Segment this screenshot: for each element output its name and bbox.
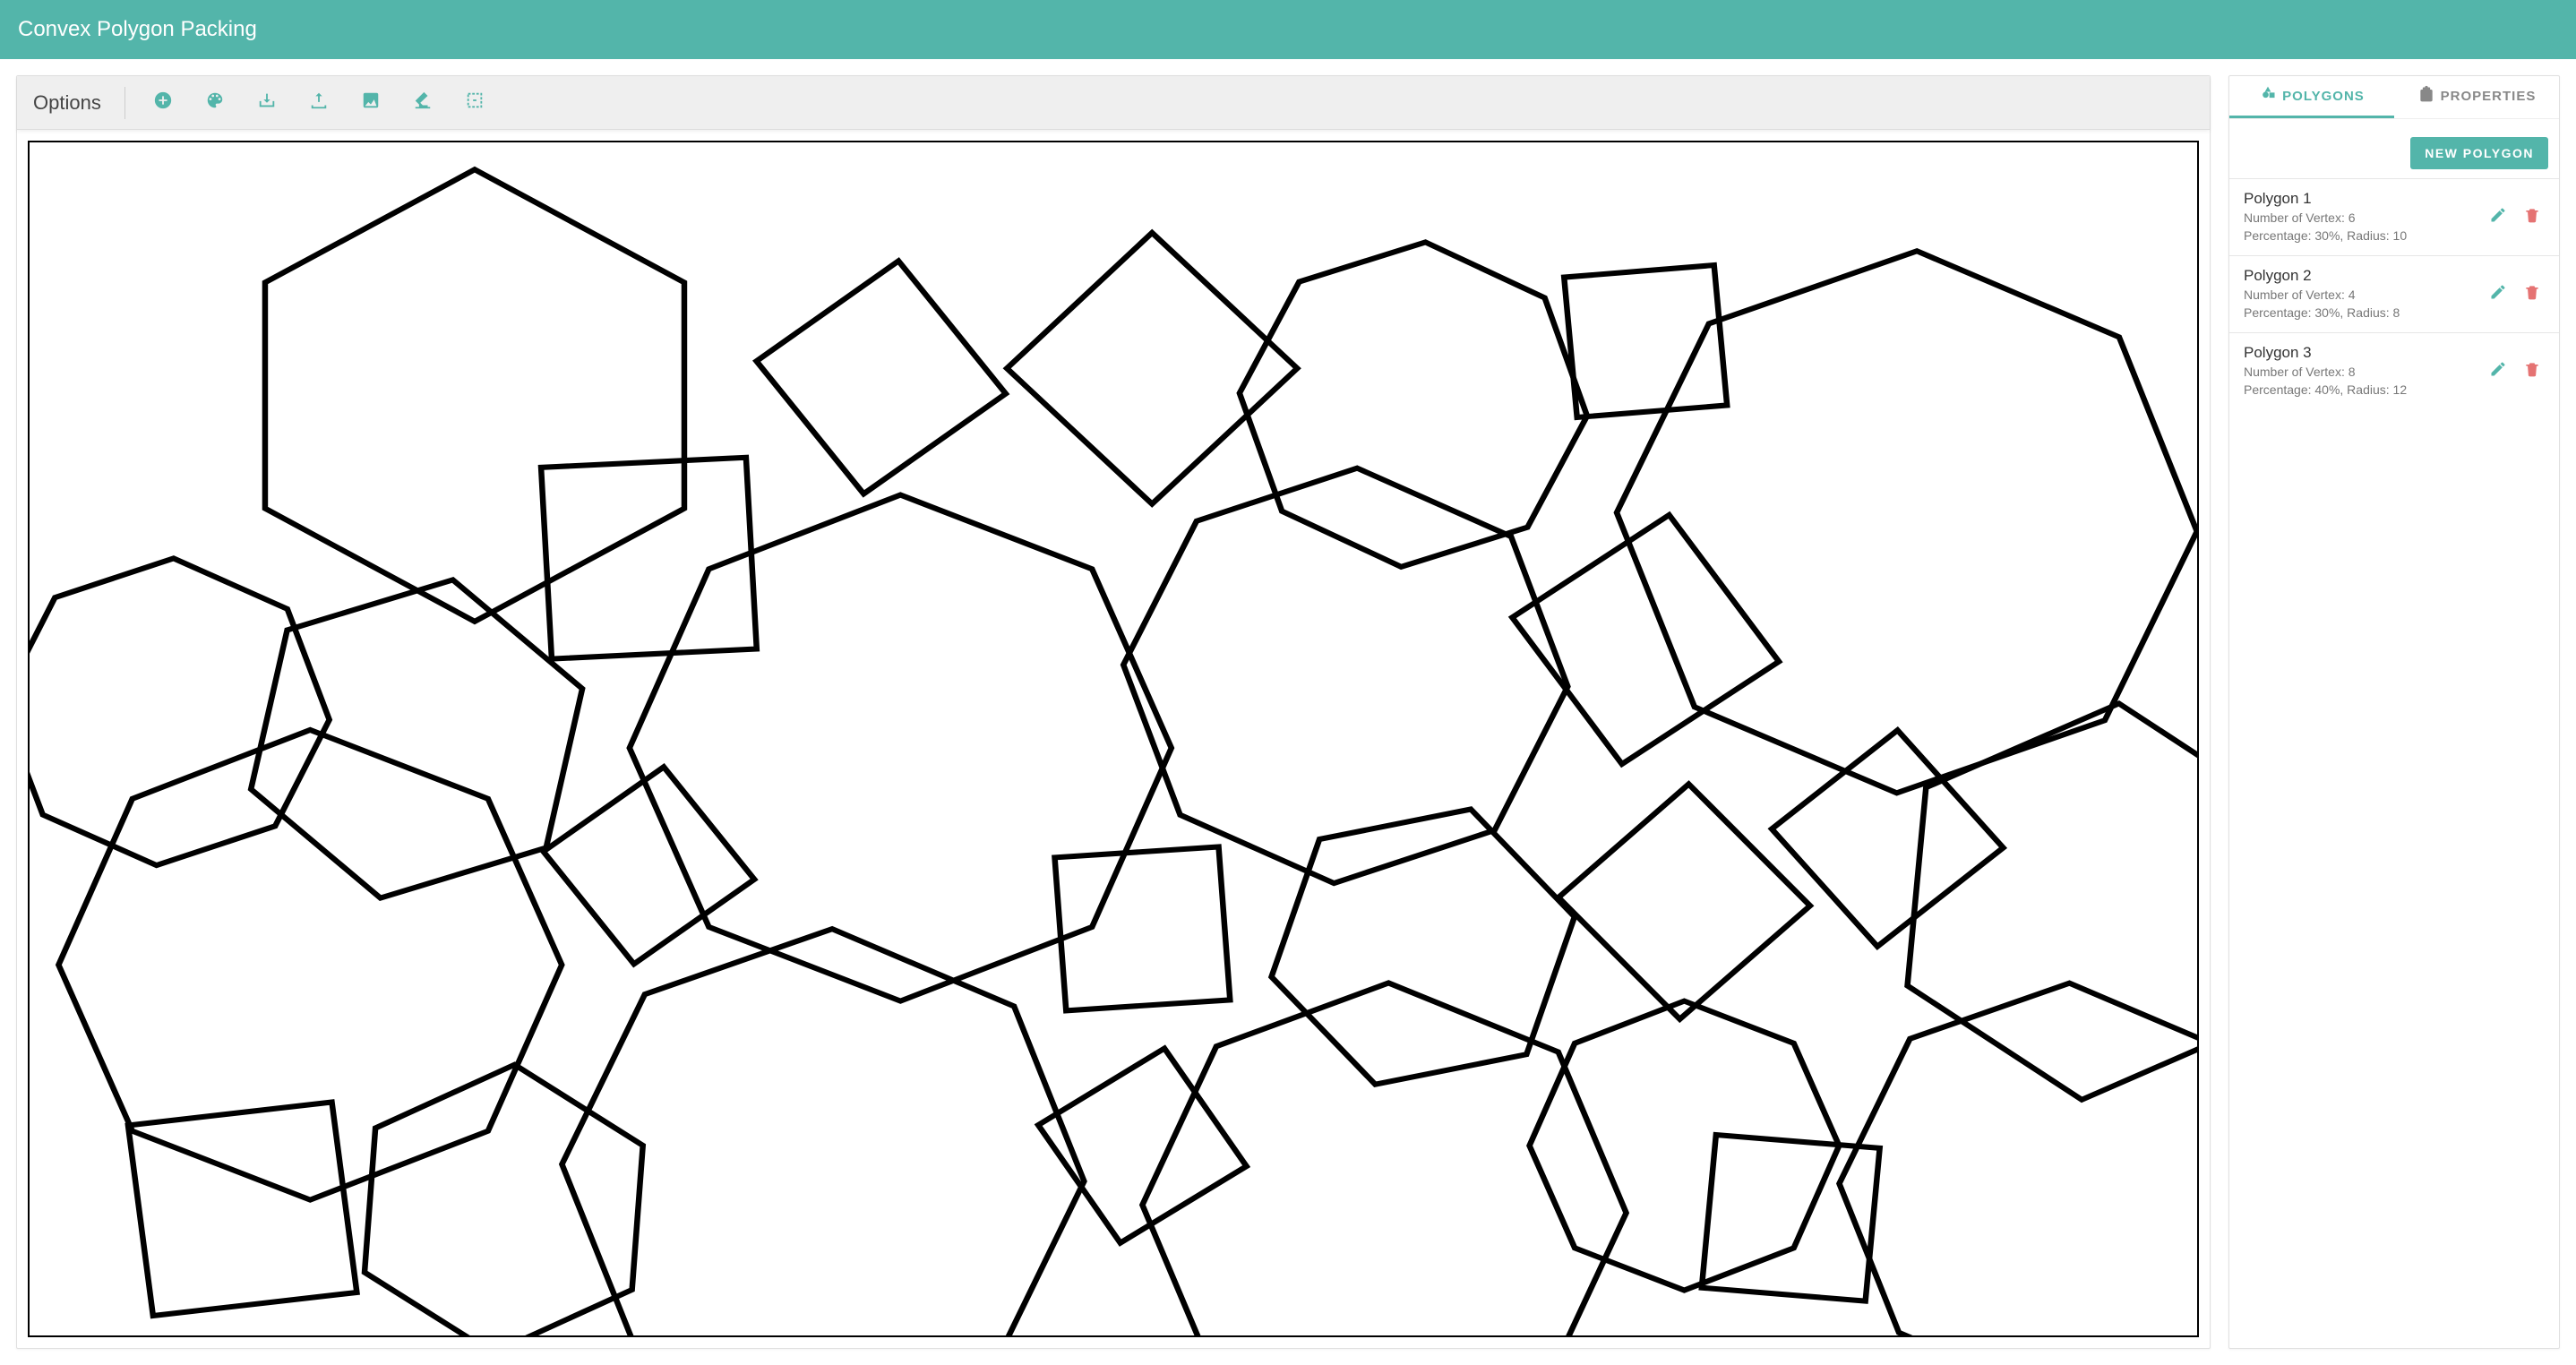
sidebar-tabs: POLYGONS PROPERTIES <box>2229 76 2559 119</box>
packed-polygon[interactable] <box>265 169 684 622</box>
app-title: Convex Polygon Packing <box>18 17 257 42</box>
packed-polygon[interactable] <box>1272 810 1575 1085</box>
canvas-wrap <box>17 130 2210 1348</box>
packed-polygon[interactable] <box>757 261 1006 494</box>
packed-polygon[interactable] <box>128 1102 356 1316</box>
packed-polygon[interactable] <box>630 495 1172 1001</box>
palette-icon <box>205 90 225 115</box>
trash-icon <box>2523 206 2541 228</box>
edit-polygon-button[interactable] <box>2486 205 2511 230</box>
polygon-list: Polygon 1Number of Vertex: 6Percentage: … <box>2229 178 2559 1348</box>
polygon-vertex-count: Number of Vertex: 8 <box>2244 364 2477 382</box>
clear-button[interactable] <box>405 85 441 121</box>
pencil-icon <box>2489 360 2507 382</box>
edit-polygon-button[interactable] <box>2486 282 2511 307</box>
polygon-detail: Percentage: 40%, Radius: 12 <box>2244 382 2477 399</box>
polygon-title: Polygon 3 <box>2244 344 2477 362</box>
add-circle-icon <box>153 90 173 115</box>
polygon-title: Polygon 2 <box>2244 267 2477 285</box>
crop-icon <box>465 90 485 115</box>
pencil-icon <box>2489 283 2507 305</box>
packed-polygon[interactable] <box>1558 784 1810 1018</box>
upload-button[interactable] <box>301 85 337 121</box>
packed-polygon[interactable] <box>365 1065 643 1335</box>
polygon-detail: Percentage: 30%, Radius: 10 <box>2244 228 2477 245</box>
delete-polygon-button[interactable] <box>2520 282 2545 307</box>
packed-polygon[interactable] <box>541 458 757 659</box>
download-icon <box>257 90 277 115</box>
upload-icon <box>309 90 329 115</box>
packed-polygon[interactable] <box>1908 703 2197 1099</box>
packed-polygon[interactable] <box>1123 468 1567 883</box>
polygon-detail: Percentage: 30%, Radius: 8 <box>2244 305 2477 322</box>
trash-icon <box>2523 360 2541 382</box>
delete-polygon-button[interactable] <box>2520 359 2545 384</box>
packed-polygon[interactable] <box>58 730 562 1200</box>
download-button[interactable] <box>249 85 285 121</box>
palette-button[interactable] <box>197 85 233 121</box>
tab-properties[interactable]: PROPERTIES <box>2394 76 2559 118</box>
canvas-svg <box>30 142 2197 1335</box>
clipboard-icon <box>2417 85 2435 107</box>
image-icon <box>361 90 381 115</box>
app-body: Options <box>0 59 2576 1365</box>
tab-properties-label: PROPERTIES <box>2441 89 2537 104</box>
shapes-icon <box>2259 85 2277 107</box>
pencil-icon <box>2489 206 2507 228</box>
polygon-title: Polygon 1 <box>2244 190 2477 208</box>
edit-polygon-button[interactable] <box>2486 359 2511 384</box>
tab-polygons[interactable]: POLYGONS <box>2229 76 2394 118</box>
toolbar-label: Options <box>33 91 101 115</box>
image-button[interactable] <box>353 85 389 121</box>
trash-icon <box>2523 283 2541 305</box>
polygon-vertex-count: Number of Vertex: 6 <box>2244 210 2477 228</box>
app-header: Convex Polygon Packing <box>0 0 2576 59</box>
packed-polygon[interactable] <box>1772 730 2003 946</box>
packed-polygon[interactable] <box>251 579 582 897</box>
packed-polygon[interactable] <box>1530 1001 1840 1291</box>
packed-polygon[interactable] <box>562 929 1084 1335</box>
packed-polygon[interactable] <box>1142 983 1626 1335</box>
toolbar: Options <box>17 76 2210 130</box>
clear-draw-icon <box>413 90 433 115</box>
packed-polygon[interactable] <box>1839 983 2197 1335</box>
delete-polygon-button[interactable] <box>2520 205 2545 230</box>
canvas[interactable] <box>28 141 2199 1337</box>
polygon-info: Polygon 2 Number of Vertex: 4Percentage: … <box>2244 267 2477 322</box>
crop-button[interactable] <box>457 85 493 121</box>
polygon-info: Polygon 1 Number of Vertex: 6Percentage: … <box>2244 190 2477 245</box>
sidebar: POLYGONS PROPERTIES NEW POLYGON Polygon … <box>2228 75 2560 1349</box>
new-polygon-button[interactable]: NEW POLYGON <box>2410 137 2548 169</box>
tab-polygons-label: POLYGONS <box>2282 89 2365 104</box>
add-button[interactable] <box>145 85 181 121</box>
new-polygon-row: NEW POLYGON <box>2229 119 2559 178</box>
polygon-info: Polygon 3 Number of Vertex: 8Percentage: … <box>2244 344 2477 399</box>
polygon-item: Polygon 1 Number of Vertex: 6Percentage: … <box>2229 178 2559 255</box>
polygon-item: Polygon 3 Number of Vertex: 8Percentage: … <box>2229 332 2559 409</box>
packed-polygon[interactable] <box>1240 242 1587 566</box>
polygon-item: Polygon 2 Number of Vertex: 4Percentage: … <box>2229 255 2559 332</box>
canvas-card: Options <box>16 75 2211 1349</box>
polygon-vertex-count: Number of Vertex: 4 <box>2244 287 2477 305</box>
